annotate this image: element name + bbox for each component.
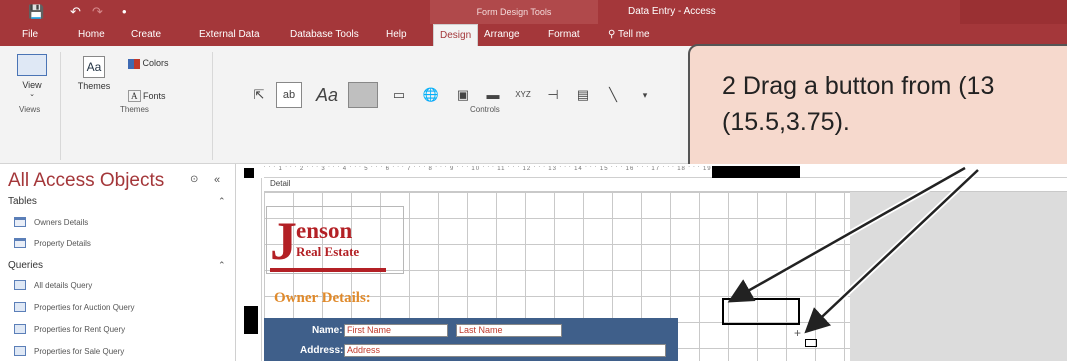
arrow-to-start-point	[727, 166, 966, 303]
arrow-to-end-point	[804, 169, 979, 334]
annotation-arrows	[727, 165, 981, 334]
